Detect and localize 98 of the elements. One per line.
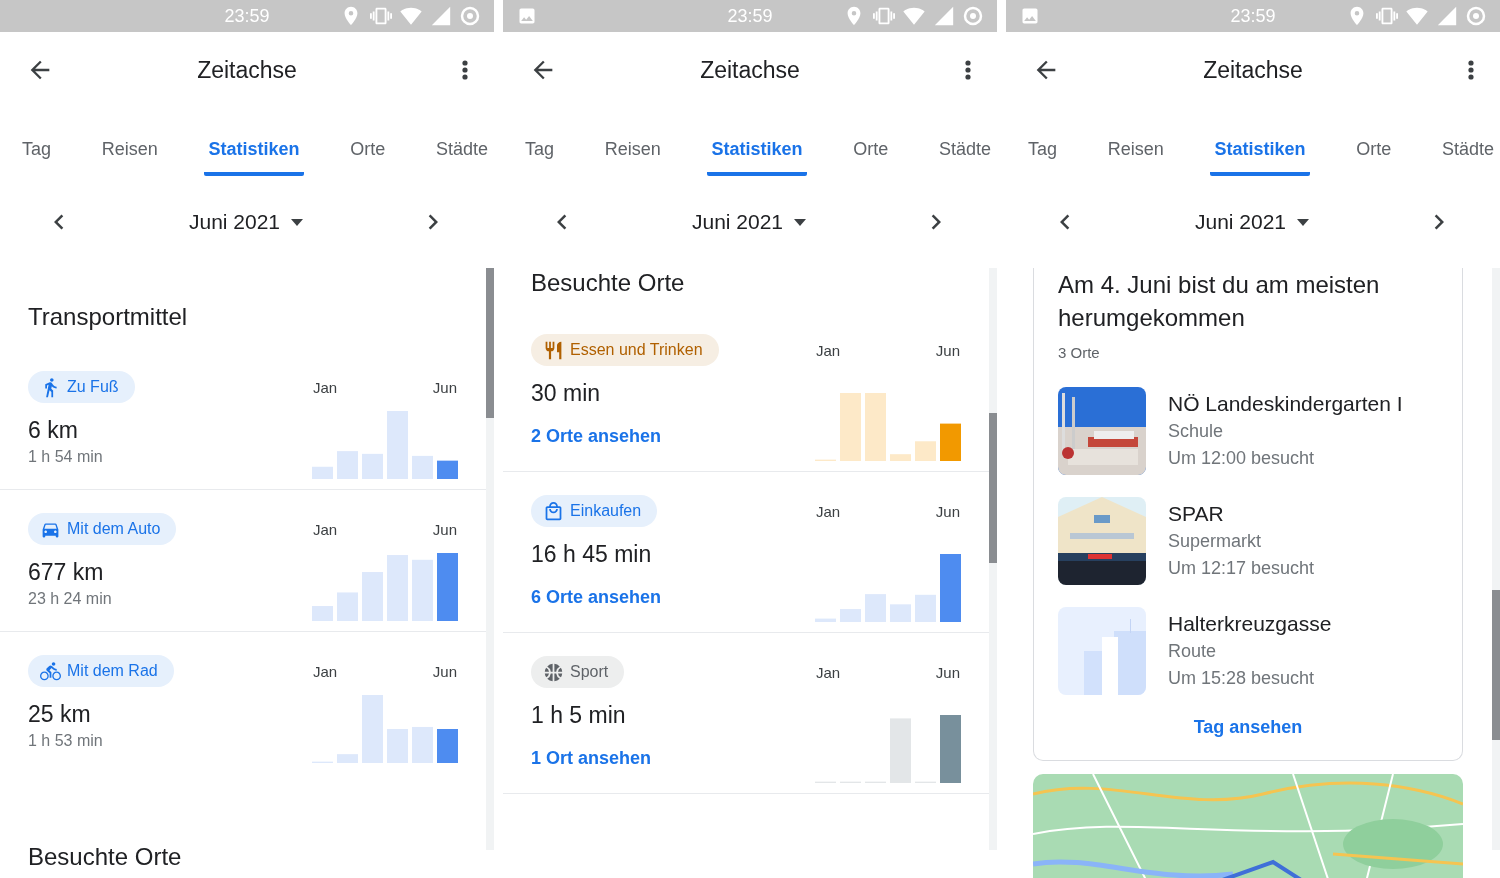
more-menu-button[interactable] xyxy=(963,58,973,82)
tab[interactable]: Städte xyxy=(1437,108,1498,176)
tab[interactable]: Reisen xyxy=(97,108,162,176)
place-category: Schule xyxy=(1168,420,1225,443)
tab[interactable]: Tag xyxy=(1024,108,1062,176)
data-saver-icon xyxy=(963,6,983,26)
chart-start-label: Jan xyxy=(816,663,841,681)
chip-label: Mit dem Auto xyxy=(67,520,161,538)
image-icon xyxy=(1020,6,1040,26)
chart-start-label: Jan xyxy=(816,502,841,520)
shopping-bag-icon xyxy=(543,500,564,522)
visit-time: Um 12:00 besucht xyxy=(1168,447,1316,470)
chart-end-label: Jun xyxy=(432,378,457,396)
place-category: Route xyxy=(1168,640,1218,663)
stat-value: 677 km xyxy=(28,558,104,587)
image-icon xyxy=(517,6,537,26)
caret-icon xyxy=(291,218,304,226)
section-heading: Besuchte Orte xyxy=(28,842,182,872)
place-name: Halterkreuzgasse xyxy=(1168,611,1332,637)
wifi-icon xyxy=(400,5,422,27)
app-title: Zeitachse xyxy=(700,56,800,84)
tab[interactable]: Orte xyxy=(1352,108,1396,176)
tab[interactable]: Statistiken xyxy=(204,108,304,176)
vibration-icon xyxy=(873,5,895,27)
view-places-link[interactable]: 1 Ort ansehen xyxy=(531,746,652,770)
bicycle-icon xyxy=(40,660,61,682)
tab[interactable]: Statistiken xyxy=(707,108,807,176)
scrollbar-thumb[interactable] xyxy=(989,413,997,563)
chip-label: Mit dem Rad xyxy=(67,662,158,680)
stat-value: 30 min xyxy=(531,379,601,408)
stat-duration: 23 h 24 min xyxy=(28,589,112,609)
data-saver-icon xyxy=(1466,6,1486,26)
tab[interactable]: Orte xyxy=(849,108,893,176)
tab[interactable]: Statistiken xyxy=(1210,108,1310,176)
card-title: Am 4. Juni bist du am meisten herumgekommen xyxy=(1058,270,1381,333)
tab[interactable]: Städte xyxy=(431,108,492,176)
signal-icon xyxy=(933,5,955,27)
tab[interactable]: Tag xyxy=(521,108,559,176)
stat-value: 6 km xyxy=(28,416,78,445)
chip-label: Zu Fuß xyxy=(67,378,119,396)
section-heading: Besuchte Orte xyxy=(531,268,685,298)
place-name: NÖ Landeskindergarten I xyxy=(1168,391,1403,417)
fork-knife-icon xyxy=(543,339,564,361)
more-icon xyxy=(965,60,971,80)
chart-start-label: Jan xyxy=(313,662,338,680)
app-title: Zeitachse xyxy=(1203,56,1303,84)
place-count: 3 Orte xyxy=(1058,343,1100,363)
stat-value: 1 h 5 min xyxy=(531,701,626,730)
visit-time: Um 12:17 besucht xyxy=(1168,557,1315,580)
caret-icon xyxy=(1297,218,1310,226)
scrollbar-thumb[interactable] xyxy=(1492,590,1500,740)
more-icon xyxy=(1468,60,1474,80)
stat-value: 25 km xyxy=(28,700,91,729)
tab[interactable]: Städte xyxy=(934,108,995,176)
tab[interactable]: Tag xyxy=(18,108,56,176)
chip-label: Essen und Trinken xyxy=(570,341,703,359)
app-title: Zeitachse xyxy=(197,56,297,84)
visit-time: Um 15:28 besucht xyxy=(1168,667,1316,690)
month-selector[interactable]: Juni 2021 xyxy=(1188,209,1316,235)
tab[interactable]: Reisen xyxy=(600,108,665,176)
chart-end-label: Jun xyxy=(935,502,960,520)
month-selector[interactable]: Juni 2021 xyxy=(182,209,310,235)
view-places-link[interactable]: 6 Orte ansehen xyxy=(531,585,662,609)
chart-end-label: Jun xyxy=(432,662,457,680)
more-menu-button[interactable] xyxy=(460,58,470,82)
chart-end-label: Jun xyxy=(935,663,960,681)
stat-value: 16 h 45 min xyxy=(531,540,652,569)
tab[interactable]: Orte xyxy=(346,108,390,176)
chip-label: Einkaufen xyxy=(570,502,642,520)
view-places-link[interactable]: 2 Orte ansehen xyxy=(531,424,662,448)
signal-icon xyxy=(430,5,452,27)
chart-start-label: Jan xyxy=(313,520,338,538)
vibration-icon xyxy=(1376,5,1398,27)
month-selector[interactable]: Juni 2021 xyxy=(685,209,813,235)
chart-start-label: Jan xyxy=(313,378,338,396)
stat-duration: 1 h 53 min xyxy=(28,731,103,751)
scrollbar-thumb[interactable] xyxy=(486,268,494,418)
tab[interactable]: Reisen xyxy=(1103,108,1168,176)
chart-start-label: Jan xyxy=(816,341,841,359)
place-category: Supermarkt xyxy=(1168,530,1263,553)
chart-end-label: Jun xyxy=(935,341,960,359)
vibration-icon xyxy=(370,5,392,27)
status-time: 23:59 xyxy=(224,5,270,27)
more-icon xyxy=(462,60,468,80)
place-name: SPAR xyxy=(1168,501,1225,527)
signal-icon xyxy=(1436,5,1458,27)
caret-icon xyxy=(794,218,807,226)
wifi-icon xyxy=(903,5,925,27)
wifi-icon xyxy=(1406,5,1428,27)
status-time: 23:59 xyxy=(727,5,773,27)
more-menu-button[interactable] xyxy=(1466,58,1476,82)
status-time: 23:59 xyxy=(1230,5,1276,27)
section-heading: Transportmittel xyxy=(28,302,188,332)
data-saver-icon xyxy=(460,6,480,26)
chip-label: Sport xyxy=(570,663,609,681)
view-day-link[interactable]: Tag ansehen xyxy=(1193,715,1303,739)
stat-duration: 1 h 54 min xyxy=(28,447,103,467)
chart-end-label: Jun xyxy=(432,520,457,538)
